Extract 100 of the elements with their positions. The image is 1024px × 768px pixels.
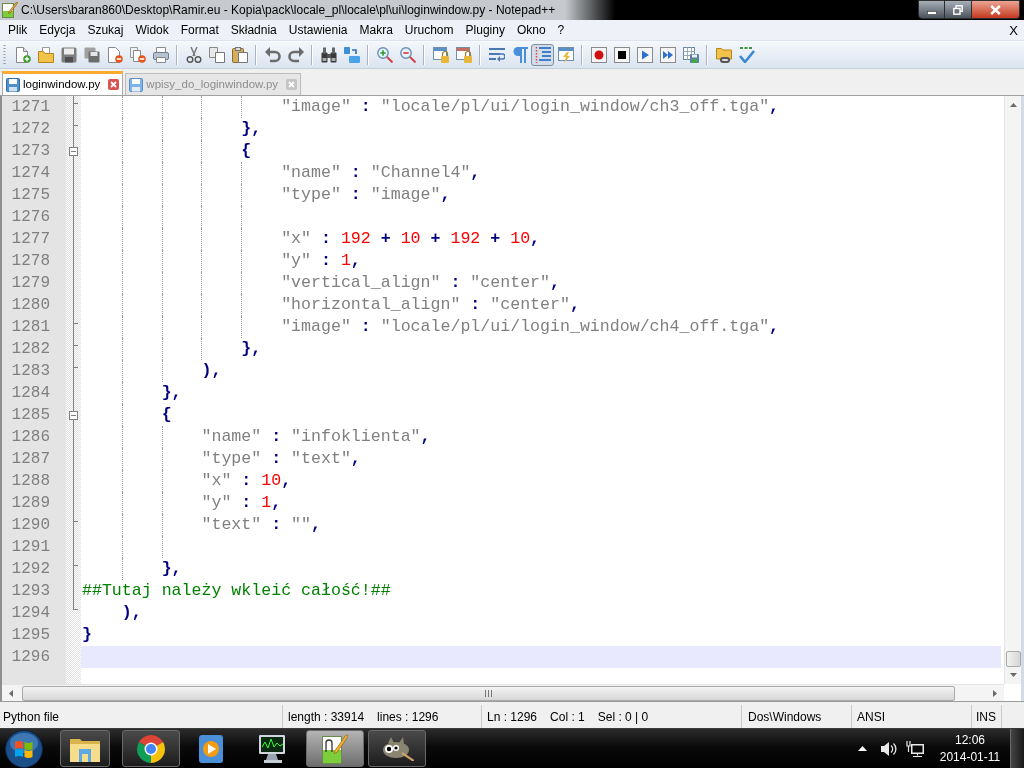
monitor-icon: [259, 734, 287, 763]
line-number: 1296: [11, 649, 50, 665]
caret-up-icon[interactable]: [858, 746, 867, 751]
close-document-button[interactable]: X: [1009, 20, 1018, 40]
line-number: 1291: [11, 539, 50, 555]
code-line: "image" : "locale/pl/ui/login_window/ch3_off.tga",: [281, 97, 780, 117]
line-number: 1271: [11, 99, 50, 115]
minus-box-icon[interactable]: [69, 411, 78, 420]
code-line: "image" : "locale/pl/ui/login_window/ch4_off.tga",: [281, 317, 780, 337]
line-number: 1277: [11, 231, 50, 247]
lightning-window-icon: [557, 46, 574, 63]
line-number: 1289: [11, 495, 50, 511]
menu-item[interactable]: Plik: [2, 20, 34, 40]
show-desktop-button[interactable]: [1010, 729, 1024, 768]
window-lock-icon: [455, 46, 472, 63]
notepad-pencil-icon: [2, 2, 18, 18]
code-line: {: [161, 405, 172, 425]
menu-item[interactable]: Edycja: [33, 20, 82, 40]
line-number: 1290: [11, 517, 50, 533]
arrow-up-icon[interactable]: [1009, 103, 1017, 107]
code-line: "name" : "infoklienta",: [201, 427, 431, 447]
clipboard-icon: [231, 46, 248, 63]
code-line: "type" : "image",: [281, 185, 451, 205]
line-number: 1284: [11, 385, 50, 401]
code-line: ),: [121, 603, 142, 623]
folder-link-icon: [715, 46, 732, 63]
minus-box-icon[interactable]: [69, 147, 78, 156]
encoding: ANSI: [857, 708, 885, 726]
menu-item[interactable]: Szukaj: [81, 20, 130, 40]
redo-icon: [287, 46, 304, 63]
line-count: lines : 1296: [377, 708, 439, 726]
line-number: 1279: [11, 275, 50, 291]
code-line: {: [241, 141, 252, 161]
code-line: "x" : 10,: [201, 471, 292, 491]
documents-minus-icon: [129, 46, 146, 63]
network-icon[interactable]: [906, 740, 924, 757]
document-minus-icon: [106, 46, 123, 63]
code-line: "name" : "Channel4",: [281, 163, 481, 183]
undo-icon: [264, 46, 281, 63]
scissors-icon: [185, 46, 202, 63]
minimize-button[interactable]: [918, 0, 945, 19]
taskbar-button[interactable]: [122, 730, 180, 767]
wrap-lines-icon: [488, 46, 505, 63]
start-button[interactable]: [2, 729, 46, 768]
close-icon[interactable]: [108, 79, 120, 90]
pilcrow-icon: [511, 46, 528, 63]
line-number: 1287: [11, 451, 50, 467]
copy-icon: [208, 46, 225, 63]
taskbar-button[interactable]: [368, 730, 426, 767]
menu-item[interactable]: ?: [551, 20, 571, 40]
line-number: 1288: [11, 473, 50, 489]
line-number: 1283: [11, 363, 50, 379]
line-number: 1281: [11, 319, 50, 335]
menu-item[interactable]: Składnia: [224, 20, 283, 40]
indent-guide-icon: [534, 46, 551, 63]
menu-item[interactable]: Widok: [129, 20, 175, 40]
menu-item[interactable]: Ustawienia: [282, 20, 354, 40]
stop-icon: [613, 46, 630, 63]
line-number: 1292: [11, 561, 50, 577]
code-line: "x" : 192 + 10 + 192 + 10,: [281, 229, 541, 249]
code-line: },: [241, 339, 262, 359]
close-icon: [990, 4, 1001, 15]
selection-info: Sel : 0 | 0: [597, 708, 649, 726]
line-number: 1272: [11, 121, 50, 137]
play-tile-icon: [199, 734, 223, 763]
clock-date: 2014-01-11: [939, 748, 1001, 766]
menu-item[interactable]: Pluginy: [459, 20, 511, 40]
line-number: 1293: [11, 583, 50, 599]
code-line: },: [161, 383, 182, 403]
cursor-column: Col : 1: [550, 707, 585, 726]
line-number: 1273: [11, 143, 50, 159]
line-number: 1285: [11, 407, 50, 423]
file-type-text: Python file: [3, 708, 60, 726]
window-lock-icon: [432, 46, 449, 63]
cursor-line: Ln : 1296: [487, 708, 538, 726]
menu-item[interactable]: Okno: [510, 20, 552, 40]
checkmark-icon: [738, 46, 755, 63]
menu-item[interactable]: Uruchom: [398, 20, 460, 40]
vertical-scrollbar[interactable]: [1004, 96, 1021, 684]
line-ending: Dos\Windows: [748, 708, 822, 726]
close-button[interactable]: [972, 0, 1020, 19]
floppy-disks-icon: [83, 46, 100, 63]
arrow-down-icon[interactable]: [1009, 673, 1017, 677]
speaker-icon[interactable]: [881, 741, 897, 756]
arrow-left-icon[interactable]: [9, 689, 13, 697]
animal-head-icon: [380, 736, 414, 761]
file-tab[interactable]: loginwindow.py: [2, 71, 124, 95]
menu-item[interactable]: Format: [174, 20, 225, 40]
record-icon: [590, 46, 607, 63]
arrow-right-icon[interactable]: [993, 689, 997, 697]
line-number: 1280: [11, 297, 50, 313]
zoom-in-icon: [376, 46, 393, 63]
grip-icon: [485, 689, 492, 697]
restore-icon: [953, 4, 963, 15]
menu-item[interactable]: Makra: [353, 20, 399, 40]
restore-button[interactable]: [945, 0, 972, 19]
code-line: }: [82, 625, 92, 645]
taskbar-button[interactable]: [60, 730, 110, 767]
scrollbar-thumb[interactable]: [1005, 651, 1021, 667]
printer-icon: [152, 46, 169, 63]
